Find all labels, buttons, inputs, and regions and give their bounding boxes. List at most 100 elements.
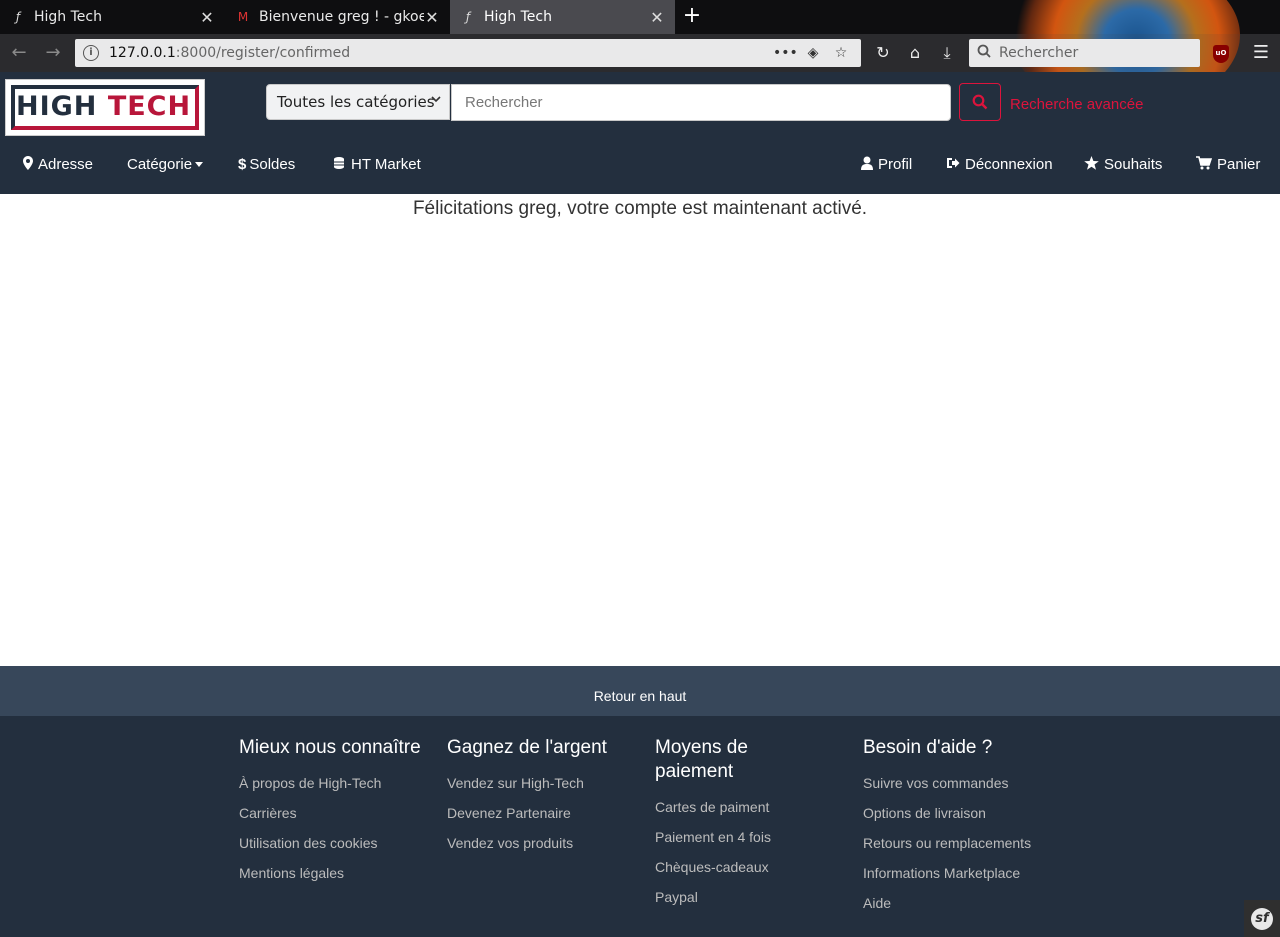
url-path: :8000/register/confirmed <box>175 45 351 61</box>
footer-link[interactable]: Cartes de paiment <box>655 792 815 822</box>
footer-link[interactable]: Devenez Partenaire <box>447 798 637 828</box>
nav-profile[interactable]: Profil <box>861 156 912 173</box>
logo-text-tech: TECH <box>107 91 192 122</box>
pocket-icon[interactable]: ◈ <box>801 45 825 61</box>
category-select-value: Toutes les catégories <box>277 93 435 111</box>
category-select[interactable]: Toutes les catégories <box>266 84 450 120</box>
logo-text-high: HIGH <box>16 91 98 122</box>
symfony-logo-icon: sf <box>1251 907 1273 930</box>
footer-column-payment: Moyens de paiement Cartes de paiment Pai… <box>655 736 815 912</box>
nav-address-label: Adresse <box>38 156 94 173</box>
home-icon[interactable]: ⌂ <box>902 40 928 66</box>
footer-column-about: Mieux nous connaître À propos de High-Te… <box>239 736 429 888</box>
chevron-down-icon <box>431 94 441 107</box>
footer-column-title: Mieux nous connaître <box>239 737 421 758</box>
footer-column-help: Besoin d'aide ? Suivre vos commandes Opt… <box>863 736 1063 918</box>
browser-tab-3[interactable]: ƒ High Tech ✕ <box>450 0 675 34</box>
search-icon <box>972 94 988 110</box>
footer-link[interactable]: Retours ou remplacements <box>863 828 1063 858</box>
nav-wishlist-label: Souhaits <box>1104 156 1163 173</box>
sign-out-icon <box>946 156 960 173</box>
symfony-favicon-icon: ƒ <box>465 10 471 24</box>
site-header: HIGH TECH Toutes les catégories Recherch… <box>0 72 1280 194</box>
search-button[interactable] <box>959 83 1001 121</box>
back-to-top-link[interactable]: Retour en haut <box>0 666 1280 716</box>
site-search-input[interactable]: Rechercher <box>451 84 951 121</box>
footer-link[interactable]: Suivre vos commandes <box>863 768 1063 798</box>
footer-link[interactable]: Mentions légales <box>239 858 429 888</box>
new-tab-button[interactable]: + <box>680 4 704 28</box>
footer-link[interactable]: Vendez vos produits <box>447 828 637 858</box>
forward-button[interactable]: → <box>40 40 66 66</box>
address-bar[interactable]: i 127.0.0.1:8000/register/confirmed ••• … <box>75 39 861 67</box>
logo-text: HIGH TECH <box>16 90 191 124</box>
tab-close-icon[interactable]: ✕ <box>424 8 440 27</box>
nav-address[interactable]: Adresse <box>23 156 93 173</box>
main-nav: Adresse Catégorie $ Soldes HT Market Pro… <box>0 152 1280 178</box>
gmail-favicon-icon: M <box>237 10 249 24</box>
browser-search-input[interactable]: Rechercher <box>969 39 1200 67</box>
site-logo[interactable]: HIGH TECH <box>5 79 205 136</box>
bookmark-star-icon[interactable]: ☆ <box>829 45 853 61</box>
nav-profile-label: Profil <box>878 156 913 173</box>
footer-link[interactable]: Utilisation des cookies <box>239 828 429 858</box>
firefox-theme-art <box>1010 0 1240 34</box>
browser-toolbar: ← → i 127.0.0.1:8000/register/confirmed … <box>0 34 1280 72</box>
star-icon <box>1084 156 1099 173</box>
footer-link[interactable]: Informations Marketplace <box>863 858 1063 888</box>
back-button[interactable]: ← <box>6 40 32 66</box>
confirmation-message: Félicitations greg, votre compte est mai… <box>412 198 868 219</box>
footer-link[interactable]: Vendez sur High-Tech <box>447 768 637 798</box>
nav-category[interactable]: Catégorie <box>127 156 204 173</box>
tab-title: High Tech <box>484 9 552 25</box>
footer-column-title: Gagnez de l'argent <box>447 737 607 758</box>
footer-link[interactable]: Paypal <box>655 882 815 912</box>
ublock-icon[interactable]: uO <box>1213 45 1229 63</box>
footer-link[interactable]: Aide <box>863 888 1063 918</box>
nav-wishlist[interactable]: Souhaits <box>1084 156 1162 173</box>
footer-link[interactable]: À propos de High-Tech <box>239 768 429 798</box>
nav-sales[interactable]: $ Soldes <box>238 156 295 173</box>
nav-logout[interactable]: Déconnexion <box>946 156 1053 173</box>
footer-column-earn: Gagnez de l'argent Vendez sur High-Tech … <box>447 736 637 858</box>
tab-title: Bienvenue greg ! - gkoer <box>259 9 424 25</box>
url-host: 127.0.0.1 <box>109 45 176 61</box>
map-marker-icon <box>23 156 33 173</box>
reload-icon[interactable]: ↻ <box>870 40 896 66</box>
symfony-toolbar-toggle[interactable]: sf <box>1244 900 1280 937</box>
tab-title: High Tech <box>34 9 102 25</box>
footer-link[interactable]: Options de livraison <box>863 798 1063 828</box>
download-icon[interactable]: ⤓ <box>934 40 960 66</box>
nav-category-label: Catégorie <box>127 156 193 173</box>
site-footer: Mieux nous connaître À propos de High-Te… <box>0 716 1280 937</box>
nav-market-label: HT Market <box>351 156 421 173</box>
tab-close-icon[interactable]: ✕ <box>199 8 215 27</box>
more-actions-icon[interactable]: ••• <box>773 45 798 61</box>
footer-column-title: Moyens de paiement <box>655 737 748 782</box>
caret-down-icon <box>195 162 204 167</box>
info-icon[interactable]: i <box>83 45 99 61</box>
nav-logout-label: Déconnexion <box>965 156 1053 173</box>
footer-link[interactable]: Paiement en 4 fois <box>655 822 815 852</box>
symfony-favicon-icon: ƒ <box>15 10 21 24</box>
footer-link[interactable]: Carrières <box>239 798 429 828</box>
user-icon <box>861 156 873 173</box>
nav-market[interactable]: HT Market <box>332 156 421 173</box>
footer-link[interactable]: Chèques-cadeaux <box>655 852 815 882</box>
browser-search-placeholder: Rechercher <box>999 45 1079 61</box>
browser-tab-1[interactable]: ƒ High Tech ✕ <box>0 0 225 34</box>
browser-tab-bar: ƒ High Tech ✕ M Bienvenue greg ! - gkoer… <box>0 0 1280 34</box>
coins-icon <box>332 156 346 173</box>
dollar-icon: $ <box>238 156 247 173</box>
nav-sales-label: Soldes <box>249 156 296 173</box>
footer-column-title: Besoin d'aide ? <box>863 737 993 758</box>
tab-close-icon[interactable]: ✕ <box>649 8 665 27</box>
nav-cart[interactable]: Panier <box>1196 156 1260 173</box>
search-icon <box>977 44 991 62</box>
cart-icon <box>1196 156 1213 173</box>
nav-cart-label: Panier <box>1217 156 1261 173</box>
advanced-search-link[interactable]: Recherche avancée <box>1010 96 1143 113</box>
hamburger-menu-icon[interactable]: ☰ <box>1250 40 1272 66</box>
browser-tab-2[interactable]: M Bienvenue greg ! - gkoer ✕ <box>225 0 450 34</box>
url-text[interactable]: 127.0.0.1:8000/register/confirmed <box>109 45 769 61</box>
